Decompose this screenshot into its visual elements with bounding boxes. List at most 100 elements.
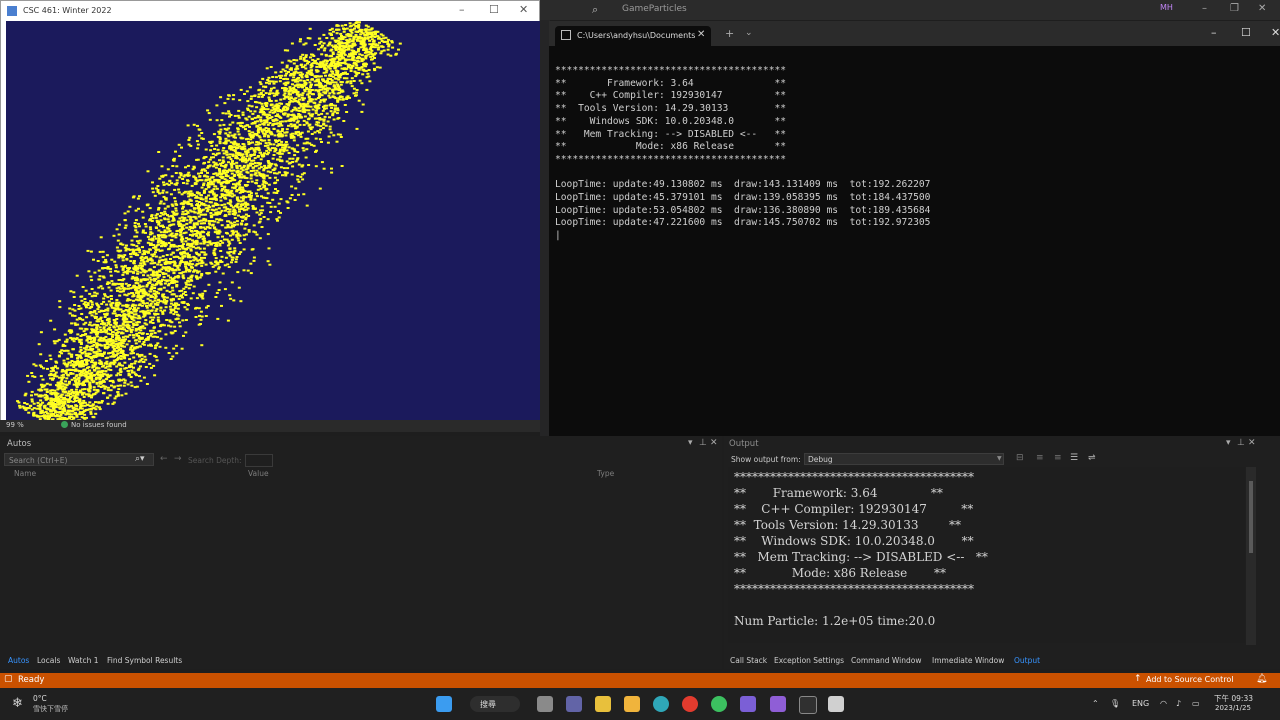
particle [159, 219, 163, 222]
particle [57, 354, 61, 357]
particle [241, 111, 245, 114]
particle [103, 316, 107, 318]
particle [104, 366, 108, 369]
particle [343, 53, 347, 56]
minimize-icon[interactable]: – [1202, 3, 1207, 14]
particle [134, 329, 138, 332]
particle [98, 359, 102, 362]
restore-icon[interactable]: ❐ [1230, 3, 1239, 14]
particle [96, 304, 100, 307]
search-icon[interactable]: ⌕ [592, 3, 598, 17]
close-icon[interactable]: ✕ [1258, 3, 1266, 14]
particle [218, 244, 222, 247]
particle [195, 204, 199, 206]
particle [394, 52, 398, 55]
particle [116, 325, 120, 328]
particle [180, 237, 184, 240]
particle [320, 53, 324, 56]
particle [221, 272, 225, 275]
particle [224, 226, 228, 229]
particle [190, 266, 194, 269]
particle [228, 131, 232, 134]
particle [90, 340, 93, 343]
particle [88, 384, 92, 386]
particle [329, 110, 333, 113]
particle [355, 89, 359, 91]
particle [73, 369, 77, 372]
particle [141, 343, 145, 345]
particle [99, 336, 103, 339]
particle [172, 219, 176, 222]
particle [91, 403, 95, 406]
particle [156, 263, 160, 266]
particle [122, 288, 126, 291]
particle [297, 107, 301, 110]
particle [183, 174, 187, 177]
particle [226, 171, 229, 174]
particle [230, 189, 234, 192]
particle [218, 124, 222, 127]
particle [89, 356, 93, 359]
particle [377, 46, 381, 49]
particle [239, 88, 243, 91]
particle [295, 93, 299, 96]
particle [199, 323, 202, 325]
particle [227, 110, 231, 113]
particle [307, 164, 311, 166]
particle [344, 68, 348, 71]
close-icon[interactable]: ✕ [519, 3, 528, 16]
particle [137, 225, 141, 228]
particle [178, 290, 182, 293]
particle [138, 239, 142, 242]
particle [397, 48, 400, 51]
particle [271, 92, 275, 95]
particle [367, 53, 371, 56]
particle [36, 404, 40, 407]
particle [296, 151, 300, 153]
particle [107, 286, 111, 289]
particle [185, 182, 189, 185]
particle [169, 224, 173, 227]
particle [258, 163, 262, 166]
particle [107, 368, 111, 371]
user-avatar[interactable]: MH [1160, 3, 1178, 15]
particle [210, 215, 214, 218]
particle [328, 73, 332, 76]
particle [294, 160, 298, 163]
particle [307, 90, 311, 93]
maximize-icon[interactable]: ☐ [489, 3, 499, 16]
particle [208, 118, 212, 121]
particle [239, 222, 243, 225]
particle [224, 140, 228, 143]
particle [115, 350, 119, 353]
particle [267, 127, 271, 130]
particle [379, 52, 383, 55]
particle [98, 326, 102, 329]
particle-window-titlebar[interactable]: CSC 461: Winter 2022 – ☐ ✕ [1, 1, 539, 21]
particle [300, 84, 304, 87]
particle [181, 319, 185, 322]
particle [125, 325, 129, 328]
minimize-icon[interactable]: – [459, 3, 465, 16]
particle [253, 110, 257, 113]
particle [110, 306, 114, 309]
particle [295, 116, 299, 118]
particle [343, 72, 347, 75]
particle-window[interactable]: CSC 461: Winter 2022 – ☐ ✕ [0, 0, 540, 422]
particle [95, 326, 99, 329]
particle [193, 207, 197, 210]
particle [367, 75, 371, 78]
particle [170, 182, 173, 185]
particle [225, 238, 229, 241]
particle [169, 193, 173, 196]
particle [233, 247, 237, 250]
particle [45, 382, 49, 385]
particle [262, 169, 266, 172]
particle [278, 116, 282, 119]
particle [139, 325, 143, 328]
particle [320, 141, 323, 143]
particle [229, 163, 233, 165]
particle [186, 124, 190, 127]
particle [104, 362, 108, 365]
particle [309, 98, 313, 101]
